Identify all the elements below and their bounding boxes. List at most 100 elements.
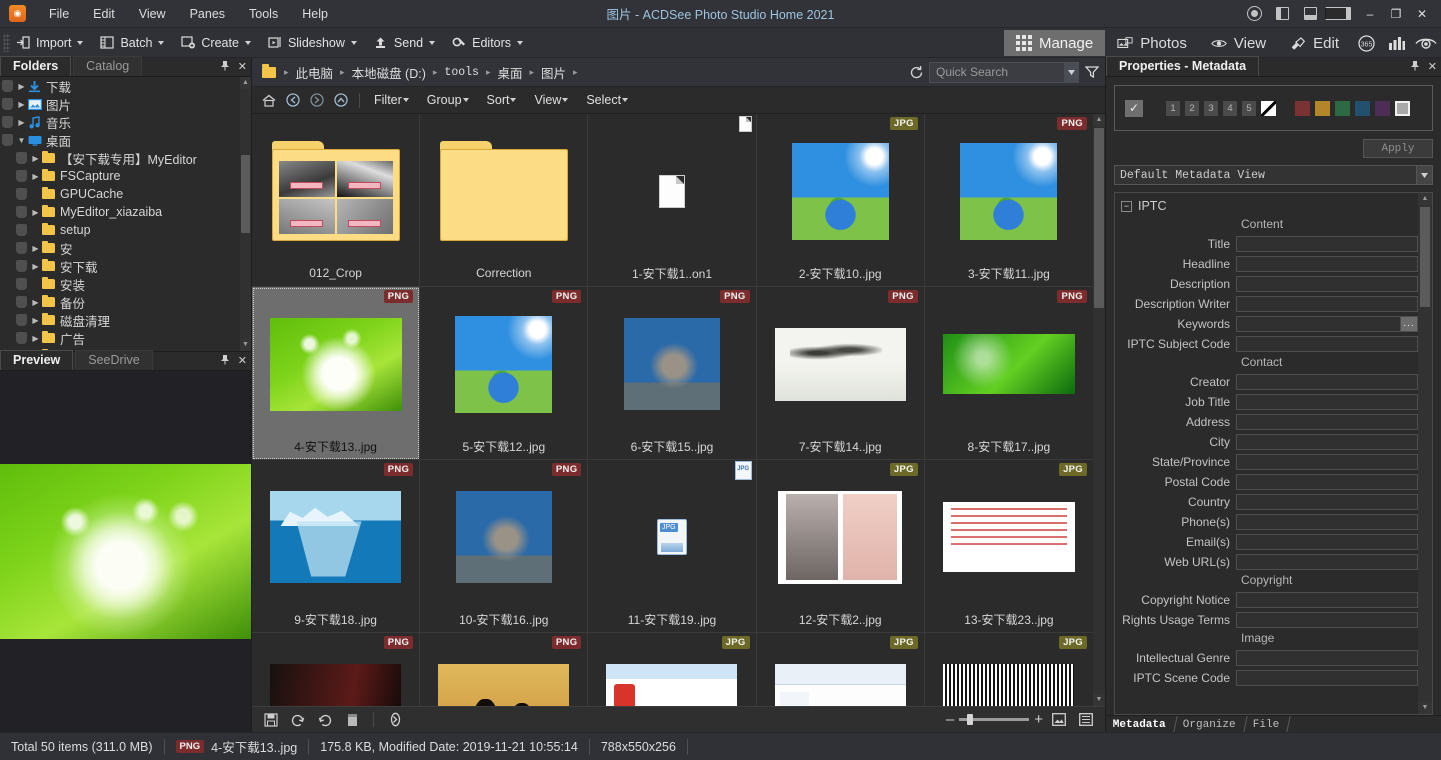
create-button[interactable]: Create: [175, 31, 262, 55]
toggle-bottom-pane-button[interactable]: [1297, 3, 1323, 25]
tab-photos[interactable]: Photos: [1105, 30, 1199, 56]
keywords-browse-button[interactable]: ...: [1401, 316, 1418, 332]
creator-input[interactable]: [1236, 374, 1418, 390]
menu-edit[interactable]: Edit: [82, 3, 126, 25]
menu-help[interactable]: Help: [291, 3, 339, 25]
grid-item-12[interactable]: JPG 12-安下载2..jpg: [757, 460, 925, 633]
grid-item-folder-correction[interactable]: Correction: [420, 114, 588, 287]
create-chevron-down-icon[interactable]: [245, 41, 251, 45]
grid-scroll-up-icon[interactable]: ▲: [1093, 114, 1105, 126]
iptc-section-header[interactable]: − IPTC: [1121, 199, 1418, 213]
next-icon[interactable]: [384, 710, 406, 730]
color-label-blue[interactable]: [1355, 101, 1370, 116]
tree-item-fscapture[interactable]: ▶ FSCapture: [0, 167, 251, 185]
grid-item-18[interactable]: JPG: [925, 633, 1093, 706]
tree-item-cipanqingli[interactable]: ▶ 磁盘清理: [0, 311, 251, 329]
preview-close-icon[interactable]: ✕: [238, 354, 247, 368]
grid-item-15[interactable]: PNG: [420, 633, 588, 706]
postal-code-input[interactable]: [1236, 474, 1418, 490]
tab-manage[interactable]: Manage: [1004, 30, 1105, 56]
collapse-minus-icon[interactable]: −: [1121, 201, 1132, 212]
description-writer-input[interactable]: [1236, 296, 1418, 312]
chart-icon[interactable]: [1381, 30, 1411, 56]
preview-image-area[interactable]: [0, 371, 251, 732]
zoom-out-button[interactable]: –: [946, 711, 954, 728]
tree-checkbox[interactable]: [2, 98, 13, 110]
zoom-slider[interactable]: [959, 718, 1029, 721]
emails-input[interactable]: [1236, 534, 1418, 550]
breadcrumb-item-2[interactable]: 本地磁盘 (D:): [347, 61, 431, 84]
filter-chevron-down-icon[interactable]: [403, 98, 409, 102]
grid-item-14[interactable]: PNG: [252, 633, 420, 706]
search-input[interactable]: Quick Search: [929, 62, 1079, 83]
tree-item-gpucache[interactable]: GPUCache: [0, 185, 251, 203]
batch-chevron-down-icon[interactable]: [158, 41, 164, 45]
import-chevron-down-icon[interactable]: [77, 41, 83, 45]
tree-checkbox[interactable]: [16, 332, 27, 344]
tree-item-downloads[interactable]: ▶ 下载: [0, 77, 251, 95]
scroll-down-arrow-icon[interactable]: ▼: [240, 339, 251, 351]
breadcrumb-item-4[interactable]: 桌面: [492, 61, 527, 84]
copyright-notice-input[interactable]: [1236, 592, 1418, 608]
grid-item-9[interactable]: PNG 9-安下载18..jpg: [252, 460, 420, 633]
close-button[interactable]: ✕: [1409, 2, 1435, 26]
tab-organize[interactable]: Organize: [1174, 716, 1247, 732]
chevron-right-icon[interactable]: ▶: [30, 316, 41, 325]
iptc-scene-code-input[interactable]: [1236, 670, 1418, 686]
chevron-right-icon[interactable]: ▶: [30, 172, 41, 181]
list-view-icon[interactable]: [1075, 710, 1097, 730]
grid-scrollbar[interactable]: ▲ ▼: [1093, 114, 1105, 706]
chevron-right-icon[interactable]: ▶: [30, 262, 41, 271]
grid-item-5[interactable]: PNG 5-安下载12..jpg: [420, 287, 588, 460]
tab-edit[interactable]: Edit: [1278, 30, 1351, 56]
tree-checkbox[interactable]: [2, 80, 13, 92]
home-icon[interactable]: [258, 90, 280, 110]
tag-checkbox[interactable]: ✓: [1125, 100, 1143, 117]
sort-chevron-down-icon[interactable]: [510, 98, 516, 102]
editors-chevron-down-icon[interactable]: [517, 41, 523, 45]
tree-checkbox[interactable]: [16, 242, 27, 254]
back-icon[interactable]: [282, 90, 304, 110]
menu-file[interactable]: File: [38, 3, 80, 25]
grid-item-6[interactable]: PNG 6-安下载15..jpg: [588, 287, 756, 460]
folder-tree-scrollbar[interactable]: ▲ ▼: [240, 77, 251, 351]
maximize-button[interactable]: ❐: [1383, 2, 1409, 26]
properties-close-icon[interactable]: ✕: [1428, 60, 1437, 74]
menu-tools[interactable]: Tools: [238, 3, 289, 25]
refresh-icon[interactable]: [903, 58, 929, 86]
tree-checkbox[interactable]: [2, 134, 13, 146]
metadata-view-chevron-down-icon[interactable]: [1416, 166, 1432, 184]
delete-icon[interactable]: [341, 710, 363, 730]
tree-checkbox[interactable]: [16, 296, 27, 308]
breadcrumb-item-3[interactable]: tools: [439, 64, 484, 81]
eye-swirl-icon[interactable]: [1411, 30, 1441, 56]
chevron-right-icon[interactable]: ▶: [16, 82, 27, 91]
tree-checkbox[interactable]: [16, 152, 27, 164]
chevron-right-icon[interactable]: ▶: [30, 334, 41, 343]
scrollbar-thumb[interactable]: [241, 155, 250, 233]
grid-item-17[interactable]: JPG: [757, 633, 925, 706]
grid-item-2[interactable]: JPG 2-安下载10..jpg: [757, 114, 925, 287]
grid-item-13[interactable]: JPG 13-安下载23..jpg: [925, 460, 1093, 633]
forward-icon[interactable]: [306, 90, 328, 110]
zoom-in-button[interactable]: +: [1034, 711, 1043, 728]
color-label-none[interactable]: [1395, 101, 1410, 116]
breadcrumb-item-5[interactable]: 图片: [536, 61, 571, 84]
grid-item-10[interactable]: PNG 10-安下载16..jpg: [420, 460, 588, 633]
tree-checkbox[interactable]: [16, 314, 27, 326]
keywords-input[interactable]: [1236, 316, 1401, 332]
sort-menu-button[interactable]: Sort: [480, 91, 526, 109]
account-button[interactable]: [1241, 3, 1267, 25]
rotate-cw-icon[interactable]: [314, 710, 336, 730]
tree-item-pictures[interactable]: ▶ 图片: [0, 95, 251, 113]
batch-button[interactable]: Batch: [94, 31, 175, 55]
metadata-scroll-up-icon[interactable]: ▲: [1418, 193, 1432, 205]
tree-item-music[interactable]: ▶ 音乐: [0, 113, 251, 131]
search-chevron-down-icon[interactable]: [1064, 63, 1078, 82]
tree-item-anzhuang[interactable]: 安装: [0, 275, 251, 293]
rights-usage-terms-input[interactable]: [1236, 612, 1418, 628]
rating-4-button[interactable]: 4: [1223, 101, 1237, 116]
metadata-view-select[interactable]: Default Metadata View: [1114, 165, 1433, 185]
chevron-right-icon[interactable]: ▶: [16, 100, 27, 109]
grid-item-4-selected[interactable]: PNG 4-安下载13..jpg: [252, 287, 420, 460]
